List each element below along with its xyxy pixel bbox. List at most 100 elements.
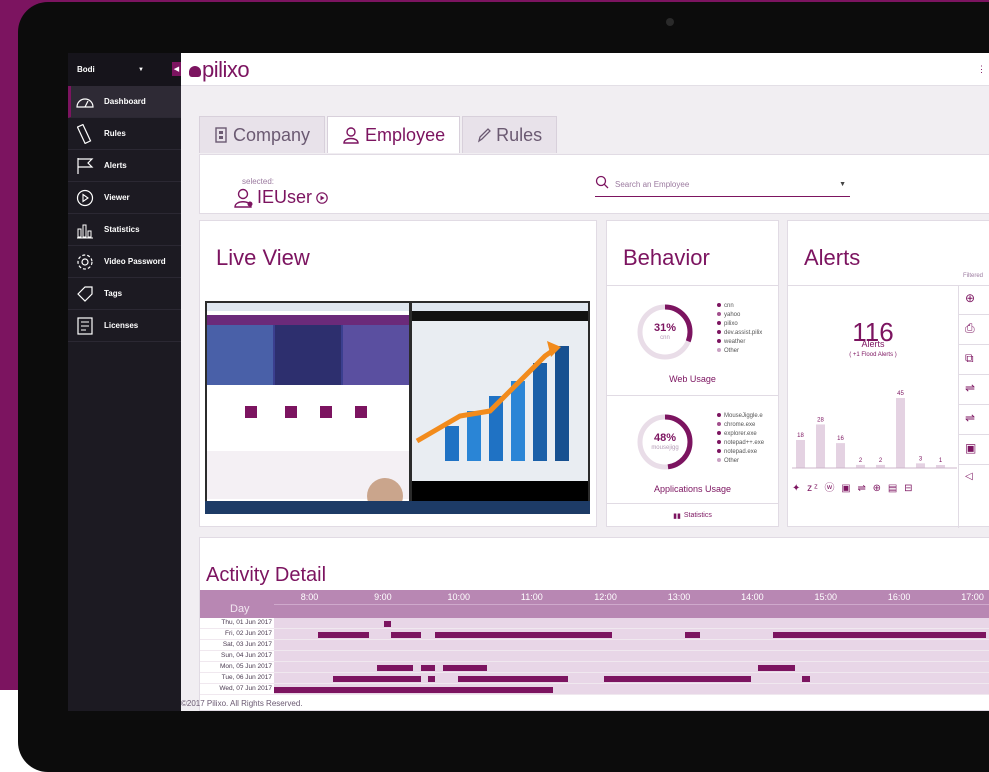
table-row: Sun, 04 Jun 2017 <box>200 651 989 662</box>
printer-icon[interactable]: ⎙ <box>959 315 989 345</box>
sidebar-item-rules[interactable]: Rules <box>68 118 181 150</box>
network-icon[interactable]: ⇌ <box>959 405 989 435</box>
sidebar-item-label: Dashboard <box>104 97 146 106</box>
hour-label: 17:00 <box>961 592 984 602</box>
behavior-card: Behavior 31% cnn cnn yahoo pilixo dev.assis… <box>606 220 779 527</box>
web-usage-section: 31% cnn cnn yahoo pilixo dev.assist.pilix we… <box>607 285 778 395</box>
alerts-title: Alerts <box>804 245 861 270</box>
bar-chart-icon <box>74 220 96 240</box>
apps-grid-icon[interactable]: ⋮⋮ <box>977 65 989 74</box>
account-selector[interactable]: Bodi ▼ <box>68 53 181 86</box>
activity-track[interactable] <box>274 662 989 672</box>
sidebar-item-licenses[interactable]: Licenses <box>68 310 181 342</box>
hour-label: 8:00 <box>300 592 319 602</box>
sidebar-item-tags[interactable]: Tags <box>68 278 181 310</box>
tab-rules[interactable]: Rules <box>462 116 558 153</box>
activity-bar[interactable] <box>604 676 752 682</box>
activity-bar[interactable] <box>420 665 436 671</box>
alert-bar-label: 3 <box>919 456 923 462</box>
globe-icon[interactable]: ⊕ <box>959 285 989 315</box>
tab-employee[interactable]: Employee <box>327 116 461 153</box>
collapse-sidebar-button[interactable]: ◀ <box>172 62 181 76</box>
back-icon[interactable]: ◁ <box>959 465 989 495</box>
alert-list: ⊕ ⎙ ⧉ ⇌ ⇌ ▣ ◁ <box>958 285 989 528</box>
top-bar: pilixo ⋮⋮ <box>181 53 989 86</box>
sidebar: Bodi ▼ Dashboard Rules Alerts Viewer Statist… <box>68 53 181 711</box>
legend-item: MouseJiggle.e <box>717 412 764 421</box>
live-view-card: Live View <box>199 220 597 527</box>
copy-icon[interactable]: ⧉ <box>959 345 989 375</box>
legend-item: explorer.exe <box>717 430 764 439</box>
alert-bar[interactable] <box>916 463 925 468</box>
day-label: Fri, 02 Jun 2017 <box>225 630 272 637</box>
activity-header: Day 8:00 9:00 10:00 11:00 12:00 13:00 14:00 15:… <box>200 590 989 618</box>
activity-track[interactable] <box>274 684 989 694</box>
sidebar-item-label: Tags <box>104 289 123 298</box>
activity-bar[interactable] <box>457 676 568 682</box>
alert-bar[interactable] <box>796 440 805 468</box>
activity-bar[interactable] <box>428 676 436 682</box>
activity-bar[interactable] <box>802 676 810 682</box>
activity-bar[interactable] <box>773 632 986 638</box>
activity-bar[interactable] <box>332 676 421 682</box>
dashboard-gauge-icon <box>74 92 96 112</box>
sidebar-item-statistics[interactable]: Statistics <box>68 214 181 246</box>
activity-bar[interactable] <box>435 632 612 638</box>
legend-item: Other <box>717 457 764 466</box>
behavior-title: Behavior <box>623 245 710 270</box>
network-icon[interactable]: ⇌ <box>959 375 989 405</box>
alert-type-icons[interactable]: ✦ zᶻ ⓦ ▣ ⇌ ⊕ ▤ ⊟ <box>792 479 952 494</box>
sidebar-item-video-password[interactable]: Video Password <box>68 246 181 278</box>
alert-bar[interactable] <box>836 443 845 468</box>
alert-bar-label: 45 <box>897 391 904 397</box>
activity-bar[interactable] <box>376 665 414 671</box>
activity-track[interactable] <box>274 629 989 639</box>
statistics-link[interactable]: ▮▮ Statistics <box>607 503 778 527</box>
activity-bar[interactable] <box>685 632 700 638</box>
gear-icon <box>74 252 96 272</box>
main-content: pilixo ⋮⋮ Company Employee Rules <box>181 53 989 711</box>
activity-bar[interactable] <box>391 632 421 638</box>
alert-bar-label: 16 <box>837 436 844 442</box>
tab-company[interactable]: Company <box>199 116 326 153</box>
activity-bar[interactable] <box>274 687 553 693</box>
table-row: Thu, 01 Jun 2017 <box>200 618 989 629</box>
chevron-down-icon[interactable]: ▼ <box>839 181 846 188</box>
live-screenshot[interactable] <box>205 301 590 514</box>
web-usage-legend: cnn yahoo pilixo dev.assist.pilix weather Oth… <box>717 302 762 356</box>
employee-search[interactable]: Search an Employee ▼ <box>595 173 850 197</box>
app-screen: Bodi ▼ Dashboard Rules Alerts Viewer Statist… <box>68 53 989 711</box>
live-view-title: Live View <box>216 245 310 270</box>
sidebar-item-label: Alerts <box>104 161 127 170</box>
employee-selector-panel: selected: IEUser Search an Employee ▼ <box>199 154 989 214</box>
alert-bar[interactable] <box>896 398 905 468</box>
alerts-card: Alerts Filtered 1 16 Alerts ( +1 Flood Al… <box>787 220 989 528</box>
activity-track[interactable] <box>274 651 989 661</box>
play-circle-icon[interactable] <box>316 191 328 204</box>
alert-bar-label: 18 <box>797 433 804 439</box>
selected-user[interactable]: IEUser <box>234 187 328 208</box>
activity-track[interactable] <box>274 618 989 628</box>
license-icon <box>74 316 96 336</box>
hour-label: 14:00 <box>741 592 764 602</box>
alert-bar-label: 2 <box>879 458 883 464</box>
hour-label: 13:00 <box>667 592 691 602</box>
table-row: Wed, 07 Jun 2017 <box>200 684 989 695</box>
sidebar-item-dashboard[interactable]: Dashboard <box>68 86 181 118</box>
legend-item: notepad++.exe <box>717 439 764 448</box>
activity-track[interactable] <box>274 640 989 650</box>
search-input[interactable]: Search an Employee <box>615 180 839 189</box>
pilixo-logo[interactable]: pilixo <box>189 57 250 83</box>
alert-bar[interactable] <box>816 424 825 468</box>
sidebar-item-viewer[interactable]: Viewer <box>68 182 181 214</box>
alert-bar-label: 1 <box>939 458 943 464</box>
activity-bar[interactable] <box>318 632 370 638</box>
alerts-bar-chart[interactable]: 18 28 16 2 2 45 3 1 <box>792 383 957 473</box>
selected-user-name: IEUser <box>257 187 313 207</box>
window-icon[interactable]: ▣ <box>959 435 989 465</box>
sidebar-item-alerts[interactable]: Alerts <box>68 150 181 182</box>
activity-bar[interactable] <box>758 665 796 671</box>
activity-bar[interactable] <box>384 621 392 627</box>
activity-bar[interactable] <box>442 665 487 671</box>
activity-track[interactable] <box>274 673 989 683</box>
